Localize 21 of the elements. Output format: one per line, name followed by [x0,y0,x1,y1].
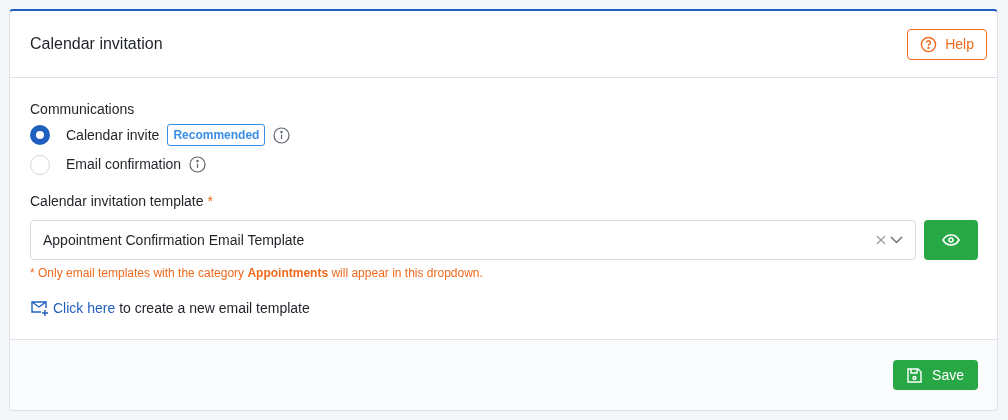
info-icon[interactable] [189,156,207,173]
template-select[interactable]: Appointment Confirmation Email Template [30,220,916,260]
radio-label[interactable]: Calendar invite [66,124,160,146]
create-template-text: Click here to create a new email template [53,299,310,318]
mail-plus-icon [30,300,49,317]
preview-button[interactable] [924,220,978,260]
section-label: Communications [30,100,135,119]
save-icon [907,367,923,383]
chevron-down-icon[interactable] [890,236,903,244]
field-label: Calendar invitation template [30,192,204,211]
help-icon [920,35,938,53]
radio-label[interactable]: Email confirmation [66,154,182,175]
radio-button[interactable] [30,125,50,145]
clear-icon[interactable] [876,235,886,245]
required-mark: * [207,192,213,211]
eye-icon [942,234,960,246]
recommended-tag: Recommended [167,124,266,146]
hint-text: * Only email templates with the category Appointments will appear in this dropdown. [30,265,483,282]
info-icon[interactable] [273,126,291,144]
create-link[interactable]: Click here [53,300,116,316]
card-title: Calendar invitation [30,34,163,54]
